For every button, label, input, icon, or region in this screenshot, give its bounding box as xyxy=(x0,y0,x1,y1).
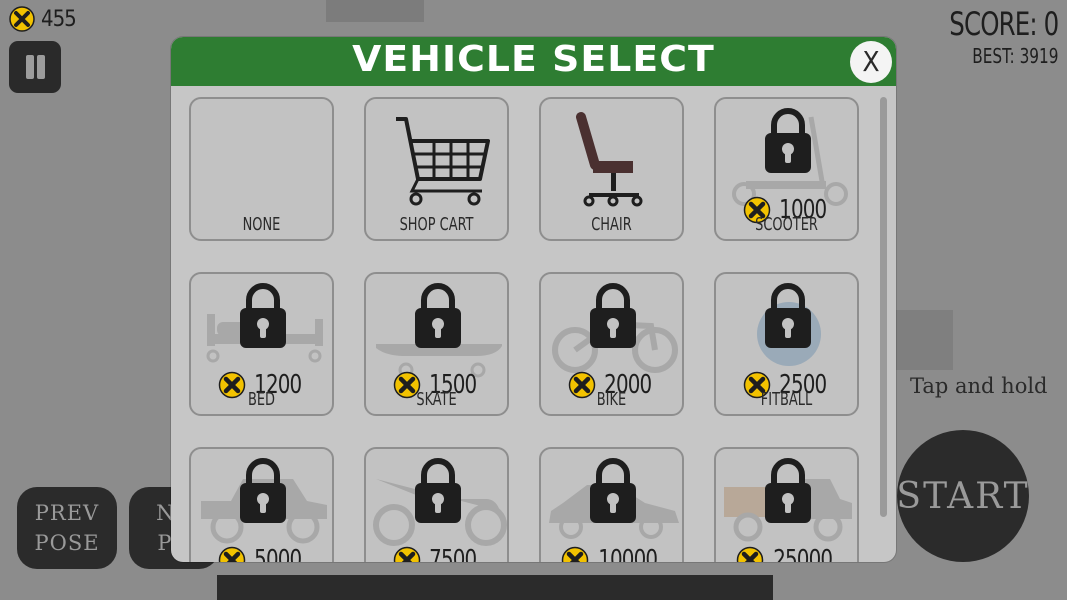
price-value: 10000 xyxy=(598,545,658,562)
best-score: BEST: 3919 xyxy=(971,44,1058,68)
lock-icon xyxy=(590,458,636,523)
vehicle-tile[interactable]: 5000 xyxy=(189,447,334,562)
vehicle-tile[interactable]: 1200 BED xyxy=(189,272,334,416)
pause-icon xyxy=(26,55,34,79)
lock-icon xyxy=(765,458,811,523)
coin-icon xyxy=(736,546,764,562)
tap-hint: Tap and hold xyxy=(910,374,1048,398)
vehicle-label: SKATE xyxy=(416,389,457,410)
lock-icon xyxy=(765,283,811,348)
vehicle-tile[interactable]: NONE xyxy=(189,97,334,241)
coin-count: 455 xyxy=(41,6,77,32)
lock-icon xyxy=(415,283,461,348)
price-value: 25000 xyxy=(773,545,833,562)
vehicle-label: BIKE xyxy=(596,389,627,410)
coin-icon xyxy=(393,546,420,562)
coin-counter: 455 xyxy=(9,6,77,32)
vehicle-tile[interactable]: 2000 BIKE xyxy=(539,272,684,416)
vehicle-label: FITBALL xyxy=(760,389,813,410)
lock-icon xyxy=(240,458,286,523)
prev-pose-button[interactable]: PREV POSE xyxy=(17,487,117,569)
vehicle-select-dialog: VEHICLE SELECT X NONE SHOP CART CHAIR 1000 S… xyxy=(171,37,896,562)
lock-icon xyxy=(765,108,811,173)
vehicle-tile[interactable]: 1000 SCOOTER xyxy=(714,97,859,241)
price-value: 7500 xyxy=(428,545,477,562)
vehicle-price: 25000 xyxy=(716,545,857,562)
lock-icon xyxy=(590,283,636,348)
vehicle-label: SCOOTER xyxy=(755,214,818,235)
background-block xyxy=(895,310,953,370)
coin-icon xyxy=(218,546,245,562)
vehicle-tile[interactable]: SHOP CART xyxy=(364,97,509,241)
vehicle-price: 5000 xyxy=(191,545,332,562)
vehicle-price: 10000 xyxy=(541,545,682,562)
vehicle-label: SHOP CART xyxy=(399,214,474,235)
ground-bar xyxy=(217,575,773,600)
vehicle-label: CHAIR xyxy=(591,214,632,235)
prev-pose-label: PREV POSE xyxy=(34,501,100,555)
close-icon: X xyxy=(862,45,880,78)
dialog-header: VEHICLE SELECT X xyxy=(171,37,896,86)
coin-icon xyxy=(561,546,589,562)
lock-icon xyxy=(415,458,461,523)
vehicle-tile[interactable]: 10000 xyxy=(539,447,684,562)
vehicle-label: BED xyxy=(247,389,276,410)
coin-icon xyxy=(9,6,35,32)
vehicle-tile[interactable]: 7500 xyxy=(364,447,509,562)
vehicle-tile[interactable]: CHAIR xyxy=(539,97,684,241)
price-value: 5000 xyxy=(253,545,302,562)
score-display: SCORE: 0 xyxy=(948,5,1059,43)
vehicle-tile[interactable]: 1500 SKATE xyxy=(364,272,509,416)
scrollbar[interactable] xyxy=(880,97,887,517)
close-button[interactable]: X xyxy=(850,41,892,83)
start-label: START xyxy=(896,475,1030,517)
dialog-title: VEHICLE SELECT xyxy=(352,39,715,80)
start-button[interactable]: START xyxy=(896,430,1030,562)
vehicle-price: 7500 xyxy=(366,545,507,562)
lock-icon xyxy=(240,283,286,348)
background-block xyxy=(326,0,424,22)
vehicle-label: NONE xyxy=(242,214,281,235)
vehicle-tile[interactable]: 2500 FITBALL xyxy=(714,272,859,416)
pause-button[interactable] xyxy=(9,41,61,93)
vehicle-tile[interactable]: 25000 xyxy=(714,447,859,562)
